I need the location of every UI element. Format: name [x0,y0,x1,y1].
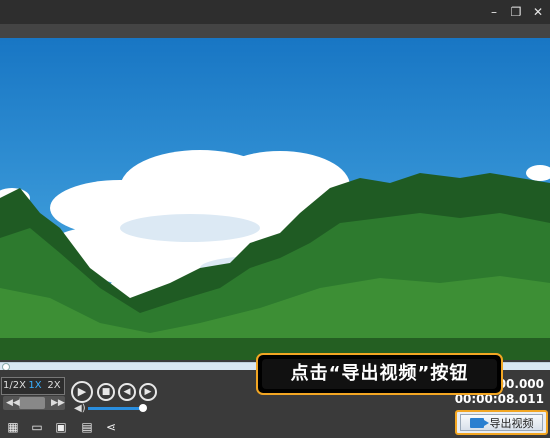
speed-option-1x[interactable]: 1X [28,378,42,394]
open-folder-icon[interactable]: ▭ [30,420,44,434]
export-video-button[interactable]: 导出视频 [455,410,548,435]
video-frame-image [0,38,550,360]
video-editor-window: – ❐ ✕ 1/2X 1X 2X ◀◀ ▶▶ ▶ ■ ◀ ▶ ◀) 00.000… [0,0,550,438]
speed-slider-thumb[interactable] [19,397,45,409]
save-as-icon[interactable]: ▤ [80,420,94,434]
volume-icon[interactable]: ◀) [74,403,86,414]
menu-strip [0,24,550,38]
rewind-icon[interactable]: ◀◀ [6,397,20,409]
next-frame-button[interactable]: ▶ [139,383,157,401]
volume-slider[interactable] [88,407,143,410]
stop-button[interactable]: ■ [97,383,115,401]
share-icon[interactable]: ⋖ [104,420,118,434]
speed-option-half[interactable]: 1/2X [3,378,26,394]
close-icon[interactable]: ✕ [530,4,546,20]
save-icon[interactable]: ▣ [54,420,68,434]
title-bar: – ❐ ✕ [0,0,550,24]
speed-option-2x[interactable]: 2X [47,378,61,394]
play-button[interactable]: ▶ [71,381,93,403]
callout-text: 点击“导出视频”按钮 [262,359,497,389]
export-video-button-face[interactable]: 导出视频 [460,414,543,431]
fast-forward-icon[interactable]: ▶▶ [51,397,65,409]
minimize-icon[interactable]: – [486,4,502,20]
maximize-icon[interactable]: ❐ [508,4,524,20]
current-time: 00.000 [497,377,544,391]
video-preview[interactable] [0,38,550,360]
tooltip-callout: 点击“导出视频”按钮 [256,353,503,395]
previous-frame-button[interactable]: ◀ [118,383,136,401]
export-video-label: 导出视频 [489,416,534,430]
volume-handle[interactable] [139,404,147,412]
new-icon[interactable]: ▦ [6,420,20,434]
export-icon [469,417,489,428]
